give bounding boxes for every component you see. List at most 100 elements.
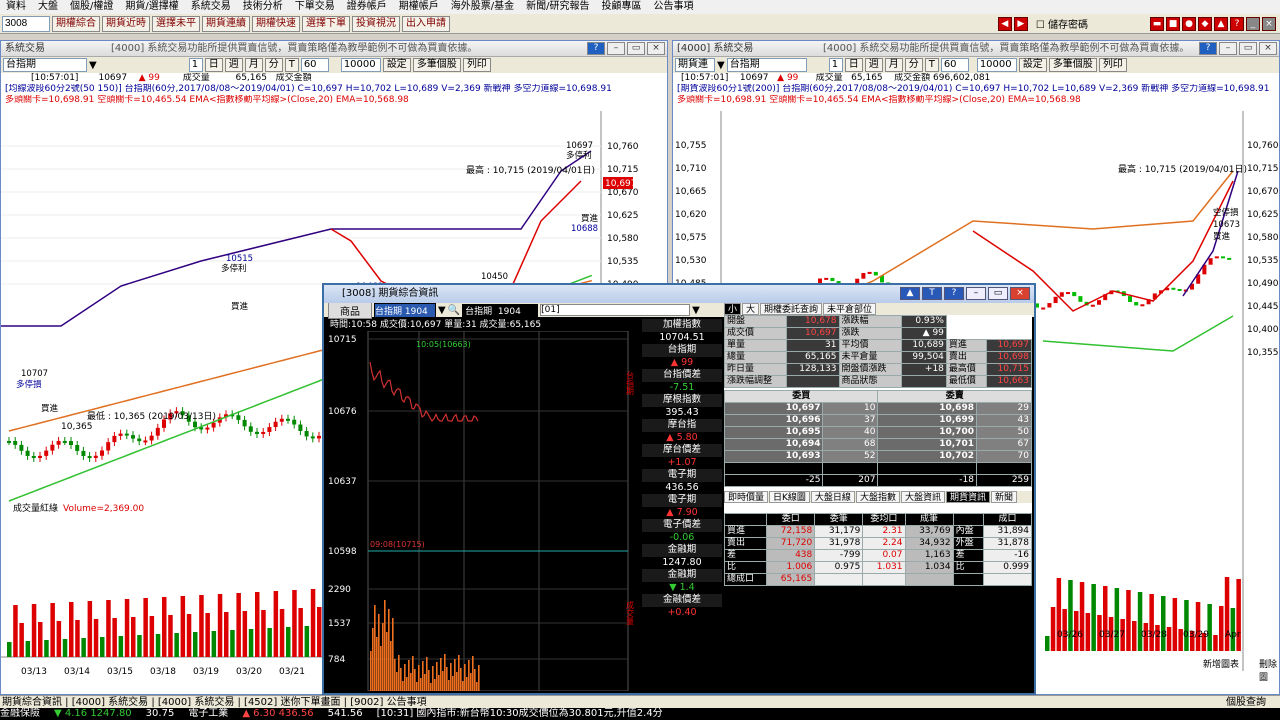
depth-cell[interactable]: 10,699 bbox=[877, 414, 977, 427]
menu-item-8[interactable]: 期權帳戶 bbox=[393, 0, 445, 14]
field-select[interactable]: [01] bbox=[540, 304, 691, 316]
period-tick[interactable]: T bbox=[284, 58, 299, 72]
depth-cell[interactable]: 37 bbox=[822, 414, 879, 427]
close-app-icon[interactable]: × bbox=[1262, 16, 1276, 31]
r-multi-button[interactable]: 多筆個股 bbox=[1048, 58, 1097, 72]
depth-cell[interactable]: 10,696 bbox=[723, 414, 824, 427]
period-week[interactable]: 週 bbox=[224, 58, 243, 72]
quick-btn-5[interactable]: 選擇下單 bbox=[302, 15, 350, 32]
tool-icon-3[interactable]: ● bbox=[1182, 16, 1196, 31]
num-field[interactable]: 1 bbox=[188, 58, 203, 72]
menu-item-9[interactable]: 海外股票/基金 bbox=[445, 0, 520, 14]
period-day[interactable]: 日 bbox=[204, 58, 223, 72]
depth-cell[interactable]: 70 bbox=[975, 450, 1033, 463]
close-icon[interactable]: × bbox=[647, 42, 665, 55]
period-min[interactable]: 分 bbox=[264, 58, 283, 72]
search-icon[interactable]: 🔍 bbox=[448, 305, 460, 316]
r-sub-select[interactable]: 台指期 bbox=[726, 58, 807, 72]
r-print-button[interactable]: 列印 bbox=[1098, 58, 1127, 72]
product-select[interactable]: 台指期 bbox=[3, 58, 87, 72]
dropdown-icon-q[interactable]: ▼ bbox=[438, 305, 446, 316]
menu-item-4[interactable]: 系統交易 bbox=[185, 0, 237, 14]
close-icon-r[interactable]: × bbox=[1259, 42, 1277, 55]
restore-icon-q[interactable]: ▭ bbox=[988, 287, 1008, 300]
t-icon[interactable]: T bbox=[922, 287, 942, 300]
menu-item-3[interactable]: 期貨/選擇權 bbox=[119, 0, 184, 14]
back-icon[interactable]: ◀ bbox=[997, 16, 1012, 31]
info-tab[interactable]: 日K線圖 bbox=[769, 490, 810, 503]
tool-icon-4[interactable]: ◆ bbox=[1198, 16, 1212, 31]
depth-cell[interactable]: 10,695 bbox=[723, 426, 824, 439]
stock-query-label[interactable]: 個股查詢 bbox=[1226, 696, 1266, 708]
r-settings-button[interactable]: 設定 bbox=[1018, 58, 1047, 72]
menu-item-11[interactable]: 投顧專區 bbox=[596, 0, 648, 14]
count-select[interactable]: 10000 bbox=[340, 58, 381, 72]
depth-cell[interactable]: 52 bbox=[822, 450, 879, 463]
menu-item-6[interactable]: 下單交易 bbox=[289, 0, 341, 14]
delete-chart-button[interactable]: 刪除圖 bbox=[1259, 657, 1279, 683]
r-product-select[interactable]: 期貨連 bbox=[675, 58, 715, 72]
period-month[interactable]: 月 bbox=[244, 58, 263, 72]
tool-icon-2[interactable]: ■ bbox=[1166, 16, 1180, 31]
menu-item-5[interactable]: 技術分析 bbox=[237, 0, 289, 14]
depth-cell[interactable]: 10 bbox=[822, 402, 879, 415]
tool-icon-5[interactable]: ▲ bbox=[1214, 16, 1228, 31]
depth-cell[interactable]: 10,702 bbox=[877, 450, 977, 463]
menu-item-1[interactable]: 大盤 bbox=[32, 0, 64, 14]
quick-btn-4[interactable]: 期權快速 bbox=[252, 15, 300, 32]
menu-item-10[interactable]: 新聞/研究報告 bbox=[520, 0, 595, 14]
stock-code-input[interactable] bbox=[2, 15, 50, 32]
info-tab[interactable]: 即時價量 bbox=[724, 490, 769, 503]
close-icon-q[interactable]: × bbox=[1010, 287, 1030, 300]
depth-cell[interactable]: 43 bbox=[975, 414, 1033, 427]
info-tab[interactable]: 大盤日線 bbox=[810, 490, 855, 503]
depth-cell[interactable]: 10,701 bbox=[877, 438, 977, 451]
depth-cell[interactable]: 10,694 bbox=[723, 438, 824, 451]
quick-btn-0[interactable]: 期權綜合 bbox=[52, 15, 100, 32]
depth-cell[interactable]: 68 bbox=[822, 438, 879, 451]
save-password-checkbox[interactable]: ☐ 儲存密碼 bbox=[1036, 16, 1088, 31]
up-icon[interactable]: ▲ bbox=[900, 287, 920, 300]
product-select-q[interactable]: 台指期 1904 bbox=[374, 302, 436, 318]
minimize-icon-q[interactable]: – bbox=[966, 287, 986, 300]
tool-icon-6[interactable]: ? bbox=[1230, 16, 1244, 31]
print-button[interactable]: 列印 bbox=[462, 58, 491, 72]
restore-icon[interactable]: ▭ bbox=[627, 42, 645, 55]
tab-large[interactable]: 大 bbox=[742, 303, 760, 315]
menu-item-7[interactable]: 證券帳戶 bbox=[341, 0, 393, 14]
info-tab[interactable]: 新聞 bbox=[990, 490, 1017, 503]
info-tab[interactable]: 大盤資訊 bbox=[900, 490, 945, 503]
depth-cell[interactable]: 10,697 bbox=[723, 402, 824, 415]
quick-btn-1[interactable]: 期貨近時 bbox=[102, 15, 150, 32]
info-tab[interactable]: 大盤指數 bbox=[855, 490, 900, 503]
menu-item-12[interactable]: 公告事項 bbox=[648, 0, 700, 14]
new-chart-button[interactable]: 新增圖表 bbox=[1203, 657, 1239, 670]
help-icon-q[interactable]: ? bbox=[944, 287, 964, 300]
depth-cell[interactable]: 10,698 bbox=[877, 402, 977, 415]
tab-positions[interactable]: 未平倉部位 bbox=[823, 303, 877, 315]
tab-small[interactable]: 小 bbox=[724, 303, 742, 315]
minimize-icon-r[interactable]: – bbox=[1219, 42, 1237, 55]
help-icon[interactable]: ? bbox=[587, 42, 605, 55]
restore-icon-r[interactable]: ▭ bbox=[1239, 42, 1257, 55]
quick-btn-7[interactable]: 出入申請 bbox=[402, 15, 450, 32]
quick-btn-3[interactable]: 期貨連續 bbox=[202, 15, 250, 32]
menu-item-2[interactable]: 個股/權證 bbox=[64, 0, 119, 14]
minimize-icon[interactable]: – bbox=[607, 42, 625, 55]
depth-cell[interactable]: 10,693 bbox=[723, 450, 824, 463]
dropdown-icon[interactable]: ▼ bbox=[89, 60, 97, 71]
tab-orders[interactable]: 期權委託查詢 bbox=[760, 303, 823, 315]
menu-item-0[interactable]: 資料 bbox=[0, 0, 32, 14]
help-icon-r[interactable]: ? bbox=[1199, 42, 1217, 55]
minimize-app-icon[interactable]: _ bbox=[1246, 16, 1260, 31]
quick-btn-2[interactable]: 選擇未平 bbox=[152, 15, 200, 32]
multi-stock-button[interactable]: 多筆個股 bbox=[412, 58, 461, 72]
period-select[interactable]: 60 bbox=[300, 58, 329, 72]
info-tab[interactable]: 期貨資訊 bbox=[945, 490, 990, 503]
depth-cell[interactable]: 10,700 bbox=[877, 426, 977, 439]
quick-btn-6[interactable]: 投資視況 bbox=[352, 15, 400, 32]
depth-cell[interactable]: 40 bbox=[822, 426, 879, 439]
forward-icon[interactable]: ▶ bbox=[1013, 16, 1028, 31]
settings-button[interactable]: 設定 bbox=[382, 58, 411, 72]
tool-icon-1[interactable]: ▬ bbox=[1150, 16, 1164, 31]
